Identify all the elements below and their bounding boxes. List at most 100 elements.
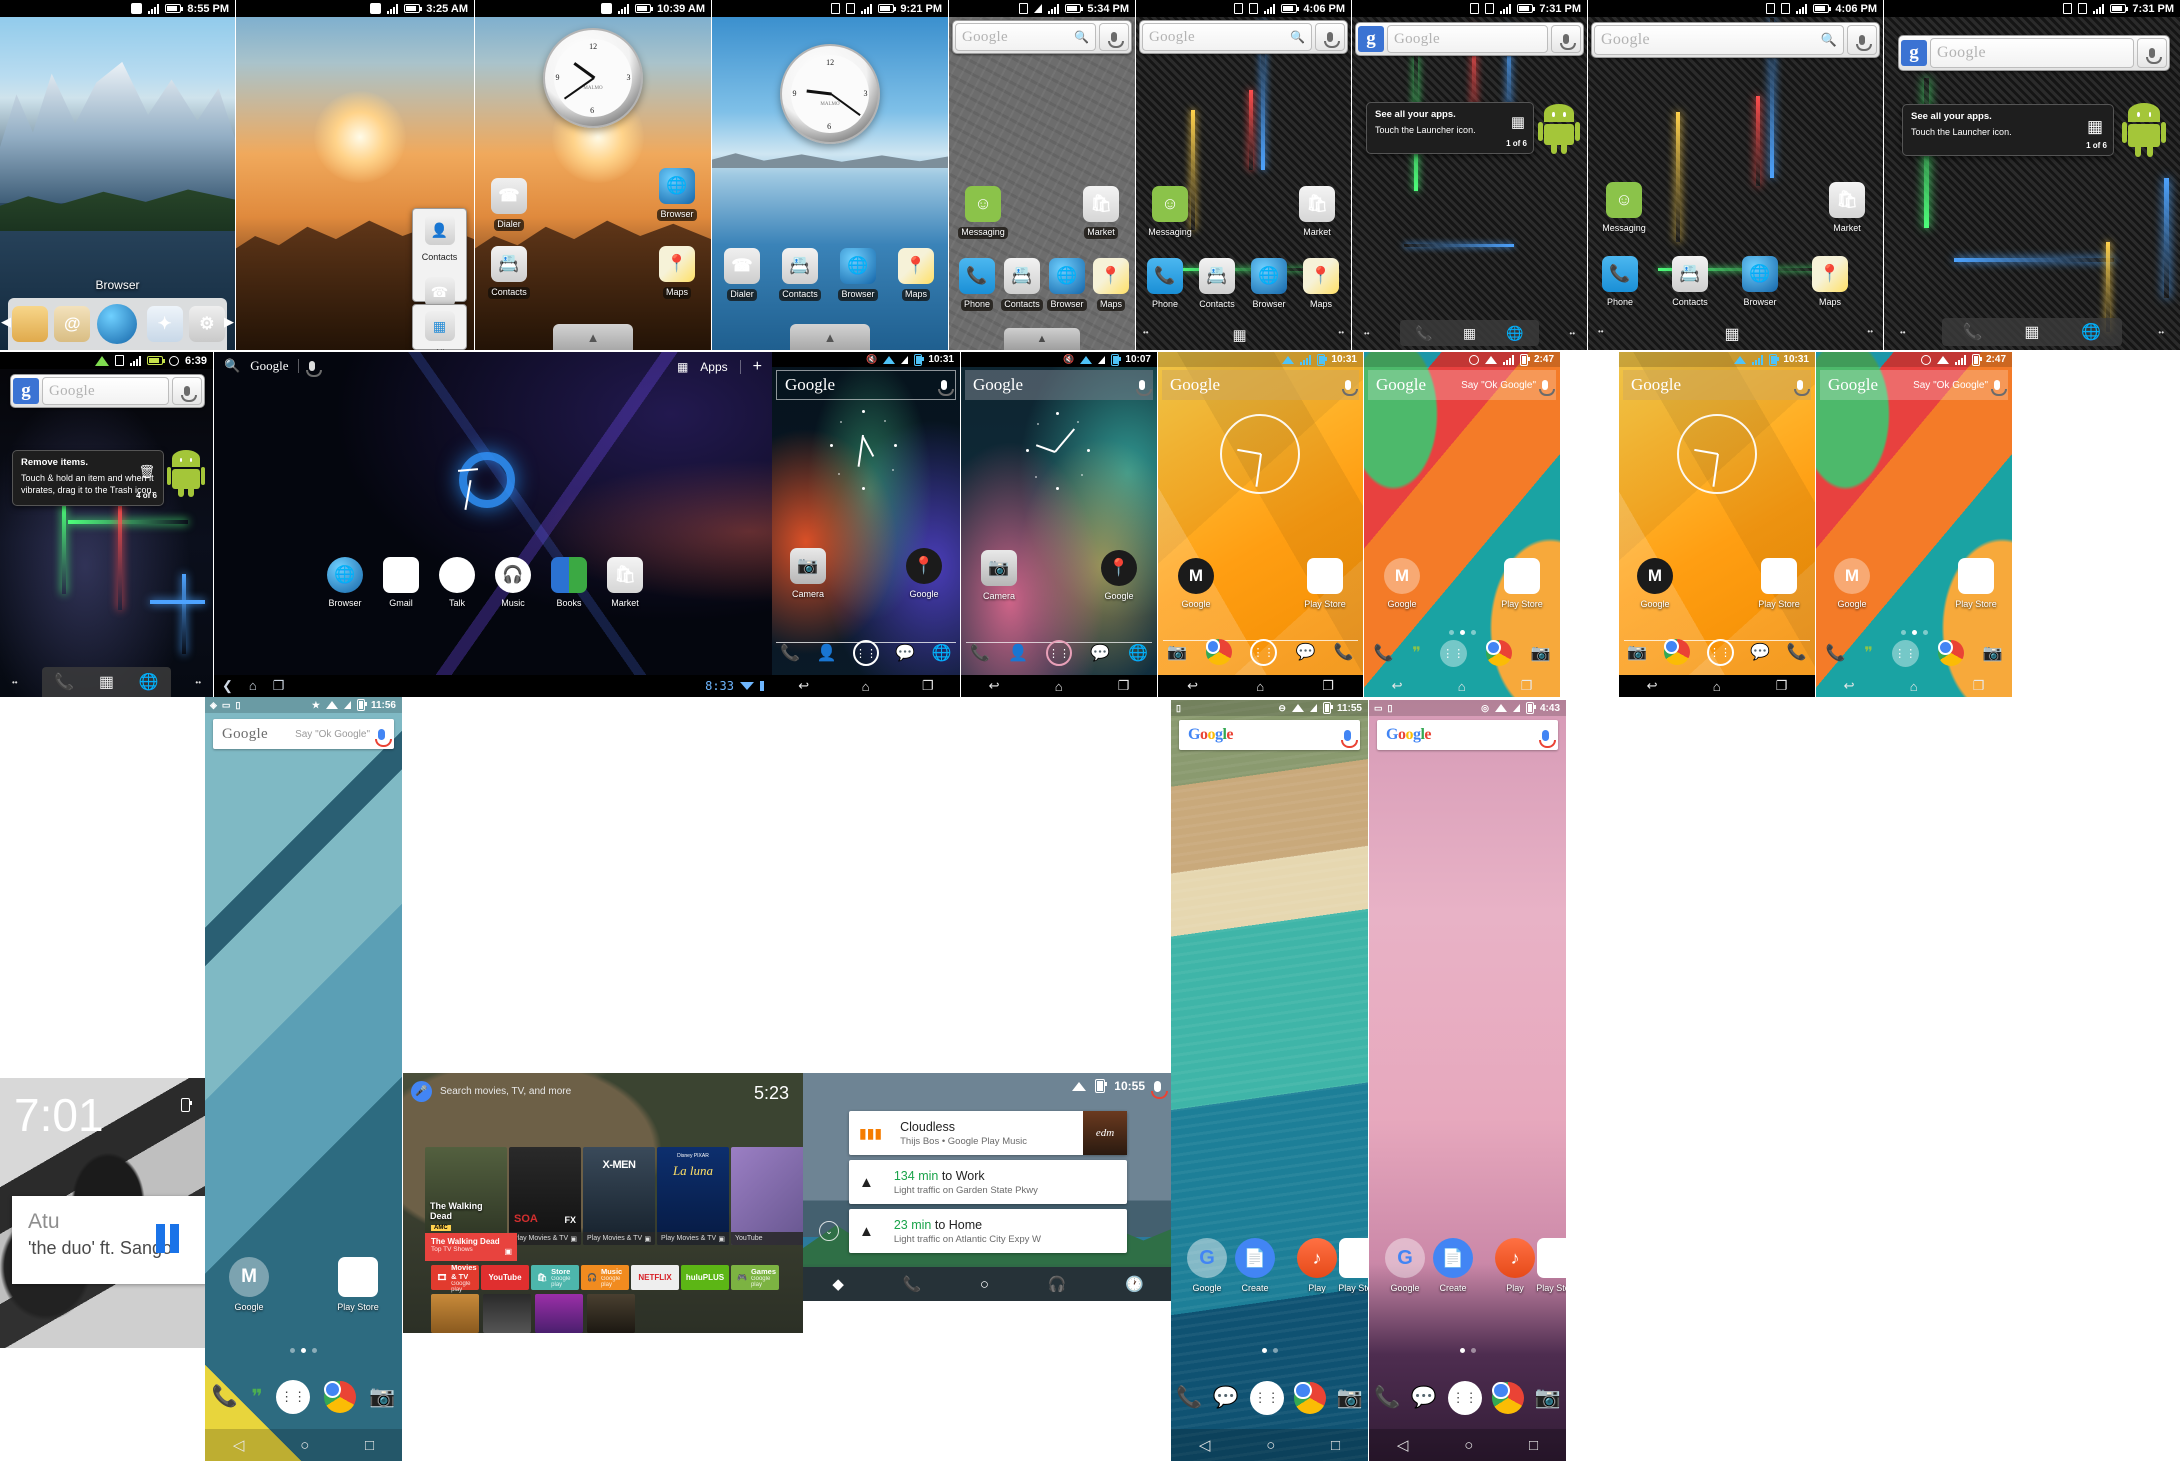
browser-icon[interactable]: 🌐 xyxy=(932,643,952,663)
phone-icon[interactable]: 📞 xyxy=(212,1385,238,1409)
apps-grid-icon[interactable]: ▦ xyxy=(1463,325,1476,342)
tv-card-soa[interactable]: SOA FX Play Movies & TV ▣ xyxy=(509,1147,581,1245)
tv-next-card[interactable] xyxy=(483,1294,531,1333)
dock-item-email[interactable]: @ xyxy=(54,306,91,342)
tv-tile-netflix[interactable]: NETFLIX xyxy=(631,1265,679,1290)
camera-icon[interactable]: 📷 xyxy=(1167,642,1187,662)
media-notification-card[interactable]: Atu 'the duo' ft. Sango xyxy=(12,1196,207,1284)
tv-card-youtube-1[interactable]: YouTube▶ xyxy=(731,1147,803,1245)
hangouts-icon[interactable]: ❞ xyxy=(1412,643,1421,663)
apps-grid-icon[interactable]: ⋮⋮ xyxy=(1706,638,1734,666)
home-icon[interactable]: ⌂ xyxy=(1910,679,1918,694)
app-google[interactable]: M Google xyxy=(1826,558,1878,612)
navigation-icon[interactable]: ◆ xyxy=(832,1275,844,1293)
google-search-widget[interactable]: Google xyxy=(1623,370,1811,400)
analog-clock-widget[interactable]: MALMO 12 3 6 9 xyxy=(780,44,880,144)
navigation-bar[interactable]: ◁ ○ □ xyxy=(1369,1429,1566,1461)
app-create[interactable]: 📄 Create xyxy=(1229,1238,1281,1296)
page-dot-active[interactable] xyxy=(1261,1348,1267,1353)
home-icon[interactable]: ⌂ xyxy=(1458,679,1466,694)
app-browser[interactable]: 🌐 Browser xyxy=(321,557,369,611)
dock-item-folder[interactable] xyxy=(12,306,49,342)
chrome-icon[interactable] xyxy=(1294,1382,1327,1414)
apps-grid-icon[interactable]: ⋮⋮ xyxy=(1250,638,1278,666)
mic-icon[interactable] xyxy=(1342,380,1358,396)
back-icon[interactable]: ↩ xyxy=(798,678,809,694)
recents-icon[interactable]: ❐ xyxy=(1776,678,1788,694)
dock[interactable]: 📞 👤 ⋮⋮ 💬 🌐 xyxy=(961,631,1157,675)
page-dot-active[interactable] xyxy=(1459,1348,1465,1353)
tv-tile-movies[interactable]: 🎞 Movies & TV Google play xyxy=(431,1263,479,1293)
mic-icon[interactable] xyxy=(1991,380,2007,396)
camera-icon[interactable]: 📷 xyxy=(1535,1386,1561,1410)
home-icon[interactable]: ○ xyxy=(1266,1437,1275,1454)
folder-item-contacts[interactable]: 👤 Contacts xyxy=(413,209,466,271)
app-maps[interactable]: 📍 Maps xyxy=(651,246,703,300)
system-bar[interactable]: ❮ ⌂ ❐ 8:33 xyxy=(214,675,772,697)
google-search-widget[interactable]: Google xyxy=(1162,370,1359,400)
messages-icon[interactable]: 💬 xyxy=(1411,1386,1437,1410)
apps-grid-icon[interactable]: ⋮⋮ xyxy=(852,640,879,666)
navigation-bar[interactable]: ↩ ⌂ ❐ xyxy=(1158,675,1363,697)
apps-grid-icon[interactable]: ⋮⋮ xyxy=(1249,1381,1284,1415)
contacts-icon[interactable]: 👤 xyxy=(1008,643,1028,663)
google-search-widget[interactable]: Google xyxy=(1377,720,1558,750)
app-browser[interactable]: 🌐 Browser xyxy=(832,248,884,302)
navigation-bar[interactable]: ↩ ⌂ ❐ xyxy=(772,675,960,697)
app-contacts[interactable]: 📇 Contacts xyxy=(483,246,535,300)
tablet-top-actions[interactable]: ▦ Apps + xyxy=(677,358,762,376)
phone-icon[interactable]: 📞 xyxy=(54,672,74,692)
messaging-icon[interactable]: 💬 xyxy=(895,643,915,663)
camera-icon[interactable]: 📷 xyxy=(1531,643,1551,663)
phone-icon[interactable]: 📞 xyxy=(1176,1386,1202,1410)
search-input[interactable]: Google xyxy=(42,377,169,405)
browser-icon[interactable]: 🌐 xyxy=(139,672,159,692)
navigation-bar[interactable]: ↩ ⌂ ❐ xyxy=(961,675,1157,697)
app-google[interactable]: 📍 Google xyxy=(898,548,950,602)
hangouts-icon[interactable]: ❞ xyxy=(1864,643,1873,663)
messages-icon[interactable]: 💬 xyxy=(1213,1386,1239,1410)
tv-tile-games[interactable]: 🎮 Games Google play xyxy=(731,1265,779,1290)
camera-icon[interactable]: 📷 xyxy=(1337,1386,1363,1410)
tv-next-card[interactable] xyxy=(535,1294,583,1333)
headphones-icon[interactable]: 🎧 xyxy=(1048,1275,1067,1293)
back-icon[interactable]: ◁ xyxy=(233,1436,245,1454)
apps-grid-icon[interactable]: ▦ xyxy=(2024,322,2039,342)
back-icon[interactable]: ↩ xyxy=(1187,678,1198,694)
app-drawer-button[interactable]: ▦ xyxy=(1725,324,1740,344)
google-search-widget[interactable]: Google xyxy=(965,370,1153,400)
app-maps[interactable]: 📍 Maps xyxy=(890,248,942,302)
dock[interactable]: 📷 ⋮⋮ 💬 📞 xyxy=(1619,629,1815,675)
google-search-widget[interactable]: g Google xyxy=(1355,22,1584,56)
google-search-widget[interactable]: Google 🔍 xyxy=(1139,20,1348,54)
honeycomb-clock-widget[interactable] xyxy=(457,452,515,510)
dock[interactable]: 📷 ⋮⋮ 💬 📞 xyxy=(1158,629,1363,675)
apps-grid-icon[interactable]: ▦ xyxy=(677,360,688,374)
mic-icon[interactable]: 🎤 xyxy=(411,1081,432,1102)
search-input[interactable]: Google xyxy=(1930,38,2134,68)
back-icon[interactable]: ◁ xyxy=(1199,1436,1211,1454)
navigation-bar[interactable]: ↩ ⌂ ❐ xyxy=(1619,675,1815,697)
google-search-widget[interactable]: Google xyxy=(1179,720,1360,750)
expand-button[interactable]: ⌄ xyxy=(819,1221,839,1241)
google-search-widget[interactable]: Google 🔍 xyxy=(952,20,1132,54)
phone-icon[interactable]: 📞 xyxy=(1787,642,1807,662)
app-music[interactable]: 🎧 Music xyxy=(489,557,537,611)
recents-icon[interactable]: ❐ xyxy=(1521,678,1533,694)
mic-icon[interactable] xyxy=(1151,1080,1168,1099)
app-dialer[interactable]: ☎ Dialer xyxy=(716,248,768,302)
navigation-bar[interactable]: ◁ ○ □ xyxy=(1171,1429,1368,1461)
app-google[interactable]: M Google xyxy=(1376,558,1428,612)
app-browser[interactable]: 🌐 Browser xyxy=(1243,258,1295,312)
tv-tile-hulu[interactable]: huluPLUS xyxy=(681,1265,729,1290)
dot-clock-widget[interactable] xyxy=(1013,410,1105,502)
back-icon[interactable]: ↩ xyxy=(1392,678,1403,694)
tv-tile-youtube[interactable]: YouTube xyxy=(481,1265,529,1290)
apps-grid-icon[interactable]: ⋮⋮ xyxy=(1439,639,1467,667)
remove-items-tip[interactable]: Remove items. Touch & hold an item and w… xyxy=(12,450,164,506)
app-contacts[interactable]: 📇 Contacts xyxy=(1664,256,1716,310)
app-play-store[interactable]: ▶ Play Store xyxy=(332,1257,384,1315)
tv-tile-music[interactable]: 🎧 Music Google play xyxy=(581,1265,629,1290)
recents-icon[interactable]: □ xyxy=(1331,1437,1340,1454)
recents-icon[interactable]: □ xyxy=(365,1437,374,1454)
